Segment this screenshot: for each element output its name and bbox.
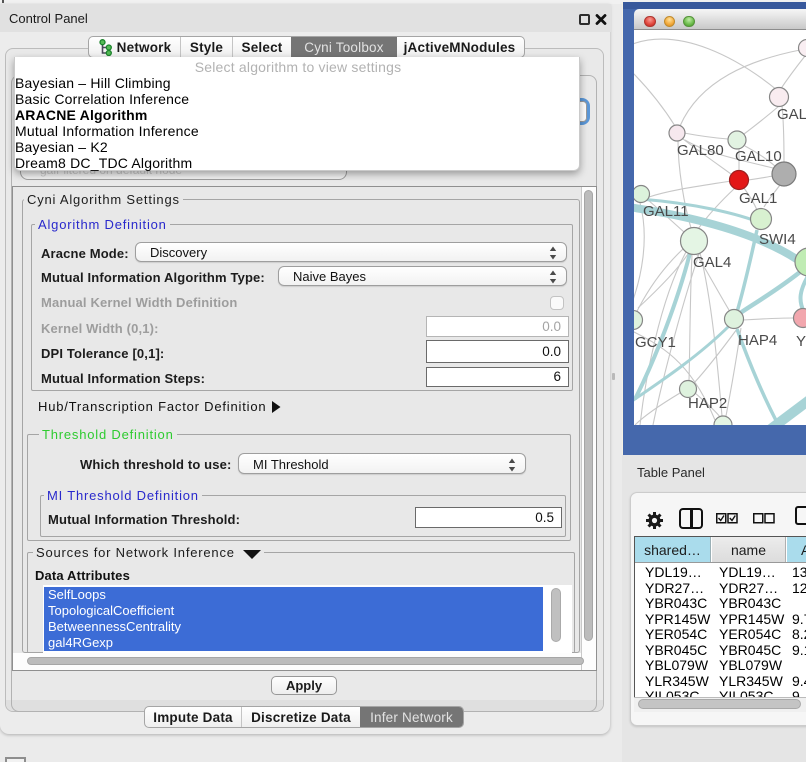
svg-text:GAL80: GAL80	[677, 142, 724, 159]
svg-text:GAL11: GAL11	[643, 203, 689, 220]
svg-text:SWI4: SWI4	[759, 231, 796, 248]
svg-text:GAL10: GAL10	[735, 148, 782, 165]
svg-text:GCY1: GCY1	[635, 334, 676, 351]
svg-text:HAP4: HAP4	[738, 332, 777, 349]
svg-text:HAP2: HAP2	[688, 395, 727, 412]
svg-text:Y: Y	[796, 333, 806, 350]
svg-text:GAL4: GAL4	[693, 254, 731, 271]
svg-text:GAL1: GAL1	[739, 190, 777, 207]
svg-text:GAL2: GAL2	[777, 106, 806, 123]
